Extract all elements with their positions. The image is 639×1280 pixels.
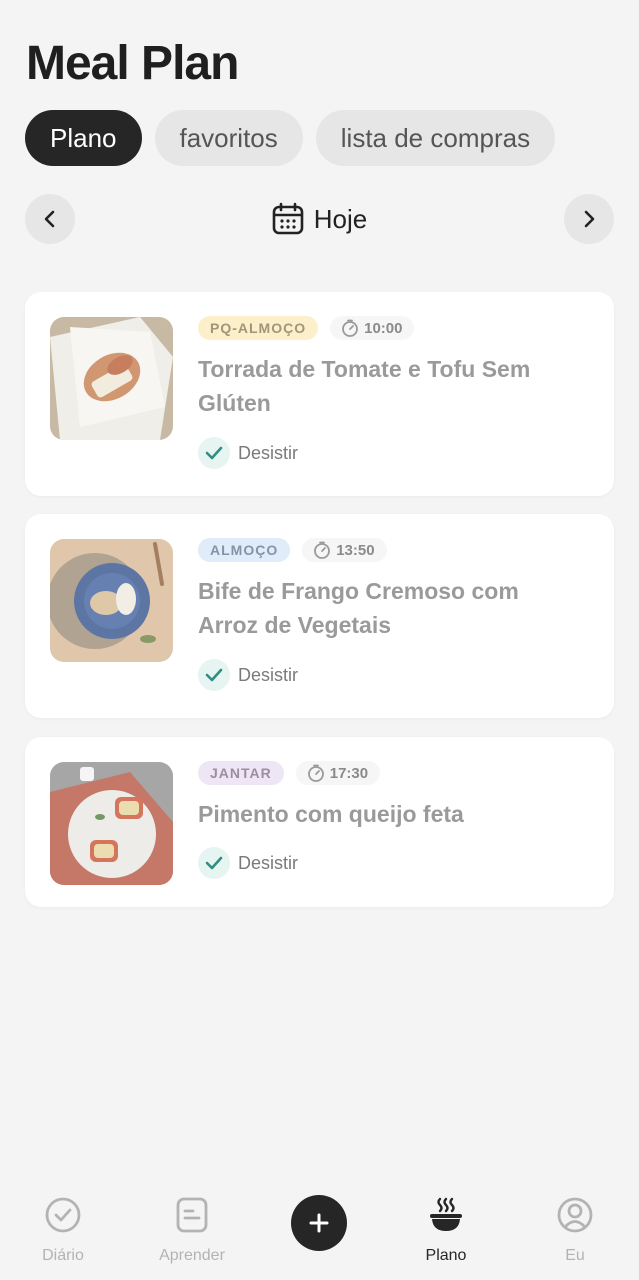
meal-status[interactable]: Desistir — [198, 847, 298, 879]
stopwatch-icon — [342, 319, 359, 337]
nav-label: Plano — [425, 1247, 467, 1264]
meal-time-label: 10:00 — [364, 319, 403, 337]
meal-status-label: Desistir — [238, 852, 299, 873]
meal-card[interactable]: PQ-ALMOÇO 10:00 Torrada de Tomate e Tofu… — [25, 292, 614, 496]
nav-label: Aprender — [159, 1247, 225, 1264]
meal-card[interactable]: JANTAR 17:30 Pimento com queijo feta Des… — [25, 737, 614, 907]
meal-time-label: 17:30 — [329, 764, 369, 782]
meal-photo — [50, 317, 173, 440]
tab-favoritos[interactable]: favoritos — [154, 110, 303, 166]
check-icon — [198, 847, 230, 879]
meal-meta: JANTAR 17:30 — [198, 761, 381, 785]
meal-status-label: Desistir — [238, 664, 299, 685]
meal-card[interactable]: ALMOÇO 13:50 Bife de Frango Cremoso com … — [25, 514, 614, 718]
chevron-right-icon — [584, 210, 595, 228]
meal-status[interactable]: Desistir — [198, 437, 298, 469]
meal-status[interactable]: Desistir — [198, 659, 298, 691]
note-icon — [176, 1197, 208, 1233]
user-icon — [557, 1197, 593, 1233]
nav-label: Diário — [42, 1247, 84, 1264]
stopwatch-icon — [314, 541, 331, 559]
nav-item-aprender[interactable]: Aprender — [137, 1180, 247, 1265]
meal-status-label: Desistir — [238, 442, 299, 463]
bowl-icon — [430, 1197, 462, 1231]
meal-type-badge: JANTAR — [198, 761, 284, 785]
date-label: Hoje — [313, 203, 368, 234]
plus-icon — [309, 1213, 329, 1233]
date-navigator: Hoje — [25, 194, 614, 244]
meal-name[interactable]: Pimento com queijo feta — [198, 797, 583, 831]
meal-name[interactable]: Torrada de Tomate e Tofu Sem Glúten — [198, 352, 583, 420]
meal-type-badge: PQ-ALMOÇO — [198, 316, 319, 340]
nav-label: Eu — [565, 1247, 585, 1264]
stopwatch-icon — [307, 764, 324, 782]
check-icon — [198, 437, 230, 469]
next-day-button[interactable] — [564, 194, 614, 244]
calendar-icon — [272, 202, 304, 235]
meal-time: 10:00 — [330, 316, 415, 340]
meal-time-label: 13:50 — [336, 541, 375, 559]
meal-type-badge: ALMOÇO — [198, 538, 291, 562]
nav-item-plano[interactable]: Plano — [391, 1180, 501, 1265]
meal-name[interactable]: Bife de Frango Cremoso com Arroz de Vege… — [198, 574, 583, 642]
nav-item-eu[interactable]: Eu — [520, 1180, 630, 1265]
meal-photo — [50, 539, 173, 662]
check-circle-icon — [45, 1197, 81, 1233]
check-icon — [198, 659, 230, 691]
meal-time: 13:50 — [302, 538, 387, 562]
nav-item-diario[interactable]: Diário — [8, 1180, 118, 1265]
add-button[interactable] — [291, 1195, 347, 1251]
date-selector[interactable]: Hoje — [25, 194, 614, 244]
meal-meta: ALMOÇO 13:50 — [198, 538, 387, 562]
bottom-nav: Diário Aprender Plano Eu — [0, 1180, 639, 1280]
page-title: Meal Plan — [26, 37, 239, 90]
tab-plano[interactable]: Plano — [25, 110, 142, 166]
meal-time: 17:30 — [295, 761, 381, 785]
tab-lista-de-compras[interactable]: lista de compras — [315, 110, 556, 166]
tab-bar: Plano favoritos lista de compras — [25, 110, 556, 166]
meal-meta: PQ-ALMOÇO 10:00 — [198, 316, 415, 340]
meal-photo — [50, 762, 173, 885]
